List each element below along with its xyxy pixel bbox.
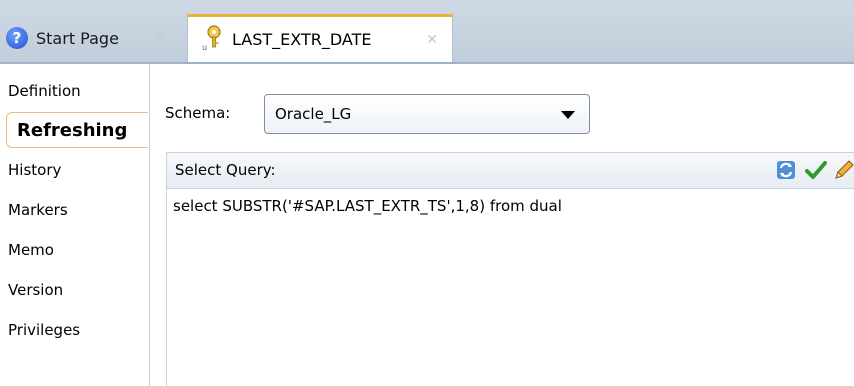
select-query-title: Select Query:: [175, 161, 276, 179]
sidebar-item-privileges[interactable]: Privileges: [0, 312, 149, 348]
svg-text:u: u: [202, 43, 207, 52]
tab-start-page-label: Start Page: [36, 28, 119, 48]
refresh-icon[interactable]: [773, 157, 799, 183]
tab-start-page[interactable]: ? Start Page ✕: [0, 14, 180, 62]
sidebar-item-label: Refreshing: [17, 119, 128, 141]
sidebar-item-label: Privileges: [8, 321, 81, 339]
select-query-text[interactable]: select SUBSTR('#SAP.LAST_EXTR_TS',1,8) f…: [173, 197, 562, 215]
help-icon: ?: [6, 27, 28, 49]
sidebar-item-label: Markers: [8, 201, 68, 219]
sidebar-item-history[interactable]: History: [0, 152, 149, 188]
sidebar-item-memo[interactable]: Memo: [0, 232, 149, 268]
refreshing-panel: Schema: Oracle_LG Select Query: select S…: [150, 64, 854, 386]
schema-select-value: Oracle_LG: [275, 105, 352, 123]
close-icon[interactable]: ✕: [426, 32, 438, 48]
sidebar-nav: Definition Refreshing History Markers Me…: [0, 64, 150, 386]
schema-select[interactable]: Oracle_LG: [264, 94, 590, 134]
pencil-icon[interactable]: [831, 157, 854, 183]
sidebar-item-label: Memo: [8, 241, 54, 259]
select-query-header: Select Query:: [167, 153, 854, 189]
sidebar-item-definition[interactable]: Definition: [0, 73, 149, 109]
sidebar-item-refreshing[interactable]: Refreshing: [6, 112, 148, 148]
close-icon[interactable]: ✕: [154, 30, 166, 46]
sidebar-item-markers[interactable]: Markers: [0, 192, 149, 228]
editor-tab-bar: ? Start Page ✕ u LAST_EXTR_DATE ✕: [0, 0, 854, 62]
schema-label: Schema:: [165, 104, 231, 122]
sidebar-item-version[interactable]: Version: [0, 272, 149, 308]
check-icon[interactable]: [803, 157, 829, 183]
sidebar-item-label: Version: [8, 281, 64, 299]
tab-last-extr-date-label: LAST_EXTR_DATE: [232, 30, 372, 49]
select-query-panel: Select Query: select SUBSTR('#SAP.LAST_E…: [166, 152, 854, 386]
sidebar-item-label: Definition: [8, 82, 81, 100]
chevron-down-icon: [561, 111, 575, 119]
tab-last-extr-date[interactable]: u LAST_EXTR_DATE ✕: [187, 14, 453, 62]
variable-key-icon: u: [200, 24, 224, 56]
sidebar-item-label: History: [8, 161, 62, 179]
